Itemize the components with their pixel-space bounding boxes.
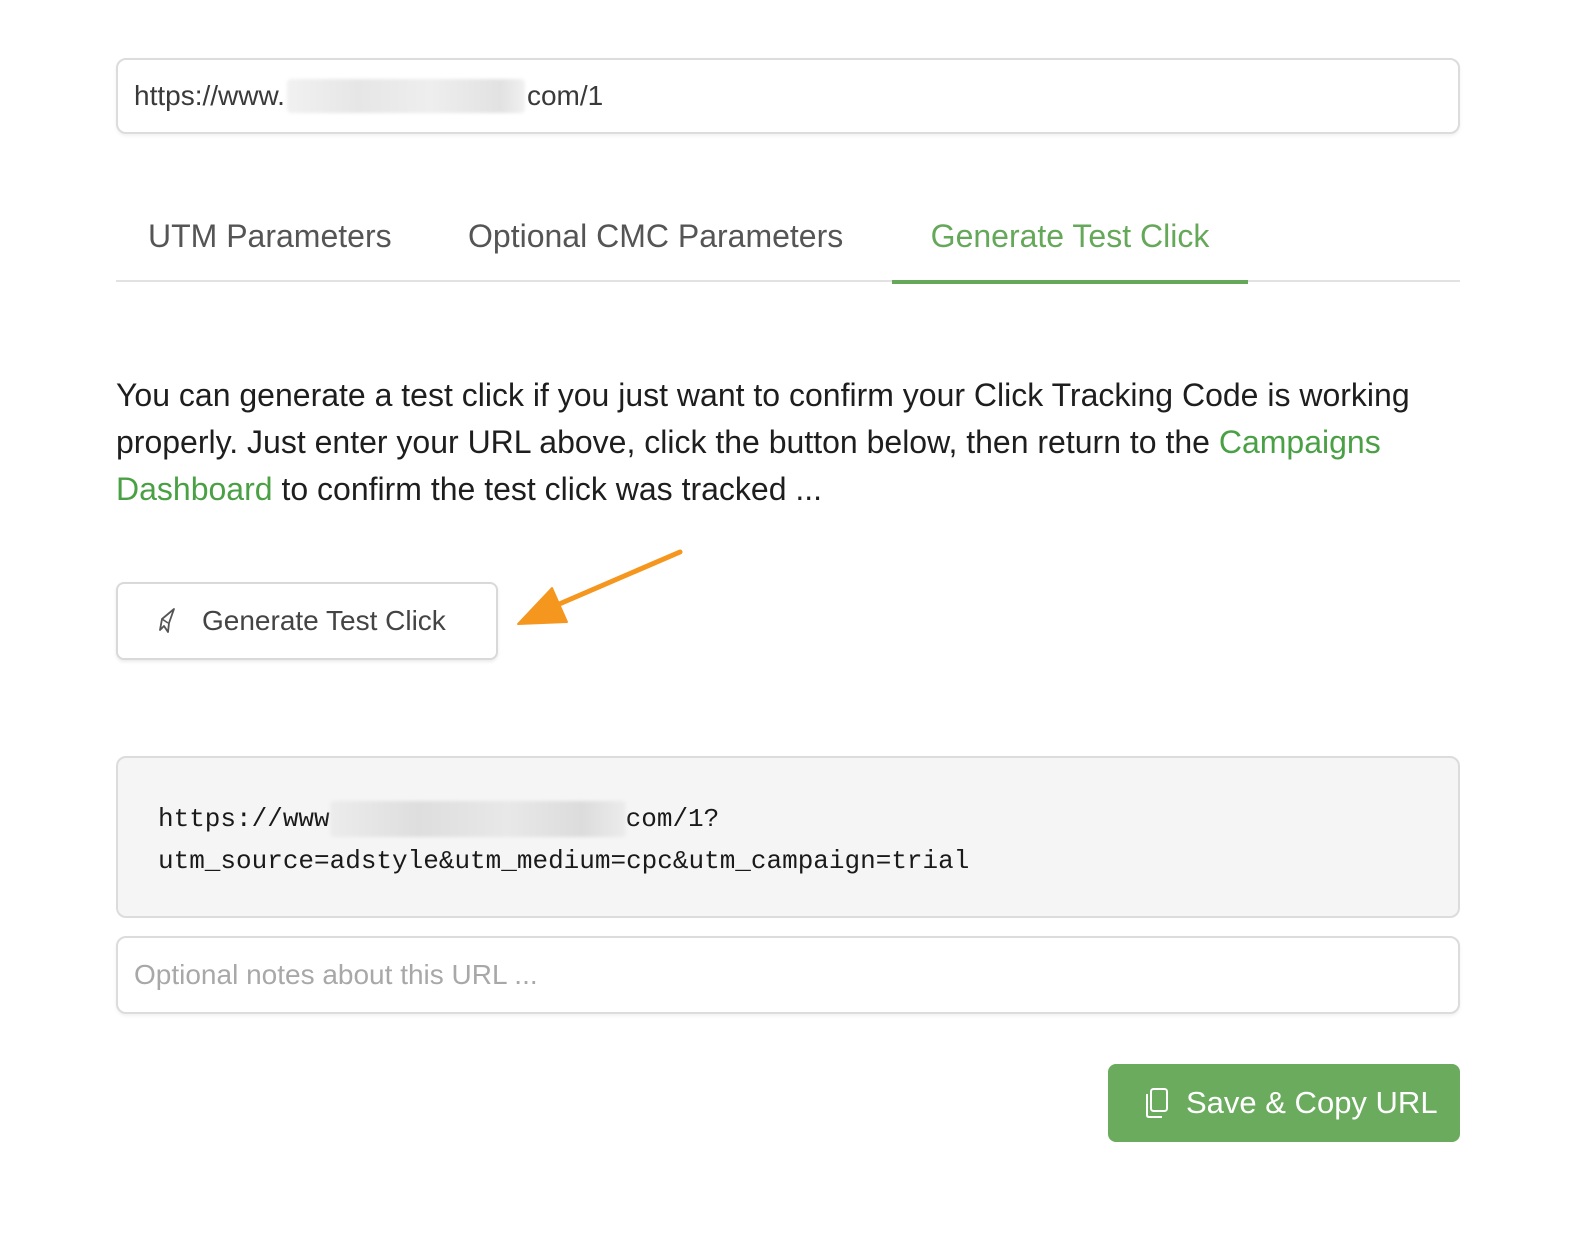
tab-optional-cmc-parameters[interactable]: Optional CMC Parameters <box>468 196 843 280</box>
tab-utm-parameters[interactable]: UTM Parameters <box>148 196 392 280</box>
annotation-arrow <box>517 549 683 625</box>
description: You can generate a test click if you jus… <box>116 372 1436 513</box>
copy-icon <box>1142 1086 1170 1120</box>
notes-input[interactable] <box>116 936 1460 1014</box>
redacted-domain <box>329 801 626 838</box>
tab-bar: UTM Parameters Optional CMC Parameters G… <box>116 196 1460 284</box>
generated-url-box: https://www com/1? utm_source=adstyle&utm… <box>116 756 1460 918</box>
description-text-end: to confirm the test click was tracked ..… <box>272 471 823 507</box>
url-suffix: com/1 <box>526 80 604 111</box>
description-text: You can generate a test click if you jus… <box>116 377 1410 460</box>
save-copy-url-button[interactable]: Save & Copy URL <box>1108 1064 1460 1142</box>
redacted-domain <box>286 79 525 113</box>
generate-test-click-label: Generate Test Click <box>202 605 446 636</box>
rocket-icon <box>154 606 180 636</box>
generate-test-click-button[interactable]: Generate Test Click <box>116 582 498 660</box>
save-copy-url-label: Save & Copy URL <box>1186 1085 1438 1120</box>
url-prefix: https://www. <box>134 80 285 111</box>
url-input[interactable]: https://www. com/1 <box>116 58 1460 134</box>
generated-url-line1: https://www com/1? <box>158 798 1458 840</box>
tab-generate-test-click[interactable]: Generate Test Click <box>892 196 1248 284</box>
generated-url-line2: utm_source=adstyle&utm_medium=cpc&utm_ca… <box>158 846 970 876</box>
page: https://www. com/1 UTM Parameters Optiona… <box>0 0 1584 1248</box>
